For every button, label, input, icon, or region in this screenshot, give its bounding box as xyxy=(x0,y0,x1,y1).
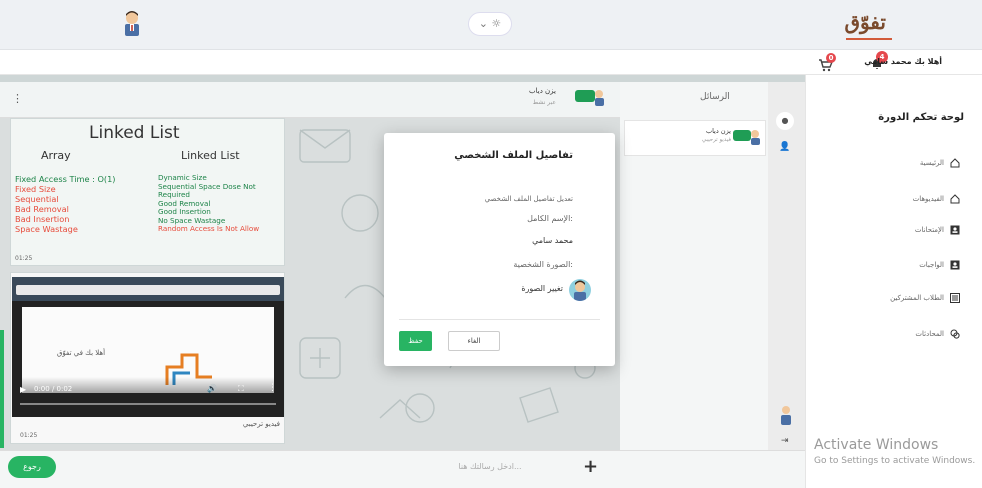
fullscreen-icon[interactable]: ⛶ xyxy=(238,384,244,394)
windows-activation-title: Activate Windows xyxy=(814,437,939,453)
slide-left-line: Bad Insertion xyxy=(15,214,70,224)
video-more-icon[interactable]: ⋮ xyxy=(268,383,277,393)
chat-header-status: عبر نشط xyxy=(532,99,556,106)
modal-title: تفاصيل الملف الشخصي xyxy=(454,150,573,161)
sidebar-item-students[interactable]: الطلاب المشتركين xyxy=(890,290,960,306)
home-icon xyxy=(950,158,960,168)
video-toolbar xyxy=(16,285,280,295)
contact-preview: فيديو ترحيبي xyxy=(701,137,731,143)
video-time: 0:00 / 0:02 xyxy=(34,385,73,393)
theme-toggle[interactable]: ⌄ ☼ xyxy=(468,12,512,36)
volume-icon[interactable]: 🔊 xyxy=(207,384,217,393)
slide-left-line: Fixed Access Time : O(1) xyxy=(15,174,116,184)
windows-activation-hint: Go to Settings to activate Windows. xyxy=(814,456,976,466)
message-input-bar xyxy=(0,450,805,488)
save-button[interactable]: حفظ xyxy=(399,331,432,351)
slide-right-line: Random Access Is Not Allow xyxy=(158,224,260,233)
contact-avatar-icon xyxy=(575,86,605,106)
fullname-value[interactable]: محمد سامي xyxy=(532,236,573,245)
avatar-icon[interactable] xyxy=(120,10,144,38)
course-sidebar xyxy=(805,75,982,488)
user-greeting[interactable]: أهلا بك محمد سامي xyxy=(864,57,942,66)
message-input[interactable]: ادخل رسالتك هنا... xyxy=(440,462,540,471)
chat-header-name: يزن دياب xyxy=(529,87,556,95)
logout-icon[interactable]: ⇥ xyxy=(781,436,789,446)
cart-badge: 0 xyxy=(826,53,836,63)
slide-message[interactable]: Linked List Array Linked List Fixed Acce… xyxy=(10,118,285,266)
person-card-icon xyxy=(950,260,960,270)
sidebar-item-label: الطلاب المشتركين xyxy=(890,294,944,302)
chat-side-rail xyxy=(768,82,805,450)
fullname-label: الإسم الكامل: xyxy=(527,214,573,223)
slide-left-line: Bad Removal xyxy=(15,204,69,214)
sidebar-title: لوحة تحكم الدورة xyxy=(878,112,964,123)
contact-avatar-icon xyxy=(733,127,761,145)
add-user-icon[interactable]: 👤 xyxy=(779,142,790,152)
sidebar-item-assignments[interactable]: الواجبات xyxy=(919,257,960,273)
slide-col-left: Array xyxy=(41,149,71,162)
slide-left-line: Fixed Size xyxy=(15,184,56,194)
user-avatar-icon xyxy=(779,404,793,426)
play-icon[interactable]: ▶ xyxy=(20,385,26,394)
video-progress[interactable] xyxy=(20,403,276,405)
chat-icon xyxy=(950,329,960,339)
profile-modal: تفاصيل الملف الشخصي تعديل تفاصيل الملف ا… xyxy=(384,133,615,366)
profile-photo-icon xyxy=(569,279,591,301)
chat-bubble-icon[interactable]: ● xyxy=(776,112,794,130)
message-time: 01:25 xyxy=(20,432,38,439)
brand-logo[interactable]: تفوّق xyxy=(844,10,886,34)
add-attachment-icon[interactable]: + xyxy=(583,456,598,477)
menu-dots-icon[interactable]: ⋮ xyxy=(12,92,23,105)
slide-title: Linked List xyxy=(89,123,180,143)
sidebar-item-videos[interactable]: الفيديوهات xyxy=(913,191,960,207)
modal-divider xyxy=(399,319,600,320)
video-caption: فيديو ترحيبي xyxy=(242,420,280,428)
home-icon xyxy=(950,194,960,204)
slide-col-right: Linked List xyxy=(181,149,240,162)
sidebar-item-label: الإمتحانات xyxy=(914,226,944,234)
slide-right-list: Dynamic Size Sequential Space Dose Not R… xyxy=(158,173,260,234)
sidebar-item-exams[interactable]: الإمتحانات xyxy=(915,222,960,238)
photo-label: الصورة الشخصية: xyxy=(513,260,573,269)
brand-underline xyxy=(846,38,892,40)
sidebar-item-home[interactable]: الرئيسية xyxy=(920,155,960,171)
messages-list-title: الرسائل xyxy=(700,92,730,102)
video-player[interactable]: أهلا بك في تفوّق ▶ 0:00 / 0:02 🔊 ⛶ ⋮ xyxy=(12,277,284,417)
contact-list-item[interactable]: يزن دياب فيديو ترحيبي xyxy=(624,120,766,156)
video-caption-overlay: أهلا بك في تفوّق xyxy=(57,349,106,357)
back-button[interactable]: رجوع xyxy=(8,456,56,478)
cancel-button[interactable]: الغاء xyxy=(448,331,500,351)
slide-left-line: Sequential xyxy=(15,194,59,204)
slide-left-line: Space Wastage xyxy=(15,224,78,234)
list-icon xyxy=(950,293,960,303)
video-controls[interactable] xyxy=(12,377,284,417)
person-card-icon xyxy=(950,225,960,235)
contact-name: يزن دياب xyxy=(705,127,731,135)
sidebar-item-label: الواجبات xyxy=(919,261,944,269)
sidebar-item-chats[interactable]: المحادثات xyxy=(915,326,960,342)
sidebar-item-label: الرئيسية xyxy=(919,159,944,167)
edit-profile-label: تعديل تفاصيل الملف الشخصي xyxy=(484,195,573,203)
slide-left-list: Fixed Access Time : O(1) Fixed Size Sequ… xyxy=(15,174,116,234)
change-photo-link[interactable]: تغيير الصورة xyxy=(521,284,563,293)
sidebar-item-label: المحادثات xyxy=(915,330,944,338)
scroll-indicator xyxy=(0,330,4,448)
message-time: 01:25 xyxy=(15,255,33,262)
sidebar-item-label: الفيديوهات xyxy=(912,195,944,203)
